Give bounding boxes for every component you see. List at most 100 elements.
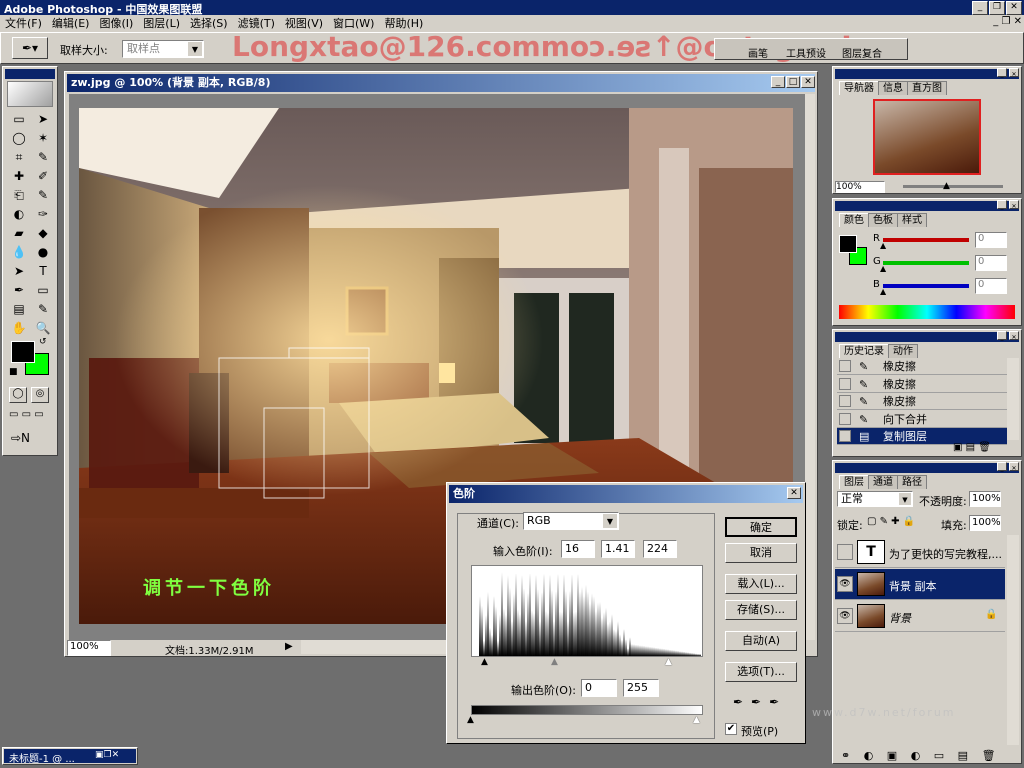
- swap-colors-icon[interactable]: ↺: [39, 337, 47, 347]
- layer-row[interactable]: 👁 背景 副本: [835, 569, 1005, 600]
- tool-button[interactable]: ✎: [33, 147, 53, 167]
- eyedropper-preset-button[interactable]: ✒▾: [12, 37, 48, 59]
- doc-minimize-button[interactable]: _: [771, 76, 785, 88]
- channel-value-field[interactable]: 0: [975, 232, 1007, 248]
- lock-icons[interactable]: ▢ ✎ ✚ 🔒: [867, 516, 915, 527]
- input-gamma-field[interactable]: 1.41: [601, 540, 635, 558]
- tool-button[interactable]: ⌗: [9, 147, 29, 167]
- menu-item[interactable]: 编辑(E): [47, 15, 95, 32]
- layer-row[interactable]: 👁 背景 🔒: [835, 601, 1005, 632]
- tool-button[interactable]: ✐: [33, 166, 53, 186]
- channel-slider-thumb[interactable]: ▲: [880, 241, 886, 250]
- history-checkbox[interactable]: [839, 412, 851, 425]
- menu-item[interactable]: 文件(F): [0, 15, 47, 32]
- color-tab[interactable]: 色板: [868, 213, 898, 227]
- scrollbar-vertical[interactable]: [805, 94, 815, 640]
- channel-slider[interactable]: [883, 238, 969, 242]
- tool-button[interactable]: ▰: [9, 223, 29, 243]
- navigator-thumbnail[interactable]: [873, 99, 981, 175]
- tool-button[interactable]: ✋: [9, 318, 29, 338]
- preview-checkbox[interactable]: ✔: [725, 723, 737, 735]
- layers-tab[interactable]: 通道: [868, 475, 898, 489]
- layer-visibility-eye-icon[interactable]: [837, 544, 853, 560]
- history-checkbox[interactable]: [839, 377, 851, 390]
- levels-button[interactable]: 选项(T)...: [725, 662, 797, 682]
- layers-tab[interactable]: 路径: [897, 475, 927, 489]
- color-tab[interactable]: 样式: [897, 213, 927, 227]
- foreground-color-swatch[interactable]: [11, 341, 35, 363]
- input-black-field[interactable]: 16: [561, 540, 595, 558]
- opacity-field[interactable]: 100%: [969, 491, 1001, 507]
- levels-button[interactable]: 存储(S)...: [725, 600, 797, 620]
- default-colors-icon[interactable]: ■: [9, 367, 18, 377]
- navigator-zoom-slider[interactable]: [903, 185, 1003, 188]
- history-tab[interactable]: 历史记录: [839, 344, 889, 358]
- blend-mode-select[interactable]: 正常 ▼: [837, 491, 913, 507]
- tool-button[interactable]: ⎗: [9, 185, 29, 205]
- tool-button[interactable]: 💧: [9, 242, 29, 262]
- channel-slider[interactable]: [883, 261, 969, 265]
- minimized-document[interactable]: 未标题-1 @ ... ▣❐✕: [2, 747, 138, 765]
- screen-mode-icons[interactable]: ▭ ▭ ▭: [9, 409, 53, 425]
- tool-button[interactable]: ✶: [33, 128, 53, 148]
- channel-slider-thumb[interactable]: ▲: [880, 287, 886, 296]
- close-button[interactable]: ✕: [1006, 1, 1022, 15]
- history-state[interactable]: ✎ 橡皮擦: [837, 376, 1007, 393]
- tool-button[interactable]: ◐: [9, 204, 29, 224]
- levels-button[interactable]: 确定: [725, 517, 797, 537]
- levels-dialog-title[interactable]: 色阶: [449, 485, 803, 503]
- tool-button[interactable]: ◆: [33, 223, 53, 243]
- navigator-zoom-field[interactable]: 100%: [835, 181, 885, 193]
- channel-select[interactable]: RGB ▼: [523, 512, 619, 530]
- restore-button[interactable]: ❐: [989, 1, 1005, 15]
- input-gamma-slider[interactable]: ▲: [551, 657, 558, 667]
- doc-maximize-button[interactable]: □: [786, 76, 800, 88]
- levels-close-button[interactable]: ✕: [787, 487, 801, 499]
- zoom-field[interactable]: 100%: [67, 640, 111, 656]
- levels-button[interactable]: 自动(A): [725, 631, 797, 651]
- channel-slider[interactable]: [883, 284, 969, 288]
- document-title[interactable]: zw.jpg @ 100% (背景 副本, RGB/8): [67, 74, 815, 92]
- output-white-slider[interactable]: ▲: [693, 715, 700, 725]
- output-black-slider[interactable]: ▲: [467, 715, 474, 725]
- color-spectrum-bar[interactable]: [839, 305, 1015, 319]
- history-state[interactable]: ✎ 向下合并: [837, 411, 1007, 428]
- tool-button[interactable]: ✎: [33, 185, 53, 205]
- history-footer-icons[interactable]: ▣ ▤ 🗑: [953, 442, 991, 453]
- tool-button[interactable]: ▭: [33, 280, 53, 300]
- menu-item[interactable]: 选择(S): [185, 15, 233, 32]
- input-white-field[interactable]: 224: [643, 540, 677, 558]
- levels-button[interactable]: 载入(L)...: [725, 574, 797, 594]
- tool-button[interactable]: ✎: [33, 299, 53, 319]
- layers-scrollbar[interactable]: [1007, 535, 1019, 745]
- palette-well-tab-tool-presets[interactable]: 工具预设: [786, 45, 826, 60]
- tool-button[interactable]: ▭: [9, 109, 29, 129]
- palette-well-tab-brushes[interactable]: 画笔: [748, 45, 768, 60]
- menu-item[interactable]: 图层(L): [138, 15, 185, 32]
- tool-button[interactable]: ➤: [9, 261, 29, 281]
- layers-tab[interactable]: 图层: [839, 475, 869, 489]
- history-state[interactable]: ✎ 橡皮擦: [837, 358, 1007, 375]
- channel-slider-thumb[interactable]: ▲: [880, 264, 886, 273]
- tool-button[interactable]: ✒: [9, 280, 29, 300]
- history-state[interactable]: ✎ 橡皮擦: [837, 393, 1007, 410]
- input-white-slider[interactable]: ▲: [665, 657, 672, 667]
- channel-value-field[interactable]: 0: [975, 278, 1007, 294]
- standard-mode-icon[interactable]: ◯: [9, 387, 27, 403]
- palette-well-tab-layer-comps[interactable]: 图层复合: [842, 45, 882, 60]
- layer-visibility-eye-icon[interactable]: 👁: [837, 608, 853, 624]
- color-tab[interactable]: 颜色: [839, 213, 869, 227]
- tool-button[interactable]: ✚: [9, 166, 29, 186]
- layer-visibility-eye-icon[interactable]: 👁: [837, 576, 853, 592]
- levels-button[interactable]: 取消: [725, 543, 797, 563]
- minimize-button[interactable]: _: [972, 1, 988, 15]
- navigator-tab[interactable]: 信息: [878, 81, 908, 95]
- output-black-field[interactable]: 0: [581, 679, 617, 697]
- color-fg-swatch[interactable]: [839, 235, 857, 253]
- tool-button[interactable]: T: [33, 261, 53, 281]
- zoom-slider-thumb[interactable]: ▲: [943, 181, 950, 191]
- history-checkbox[interactable]: [839, 360, 851, 372]
- layers-footer-icons[interactable]: ⚭ ◐ ▣ ◐ ▭ ▤ 🗑: [841, 749, 1001, 762]
- tool-button[interactable]: ✑: [33, 204, 53, 224]
- doc-close-button[interactable]: ✕: [801, 76, 815, 88]
